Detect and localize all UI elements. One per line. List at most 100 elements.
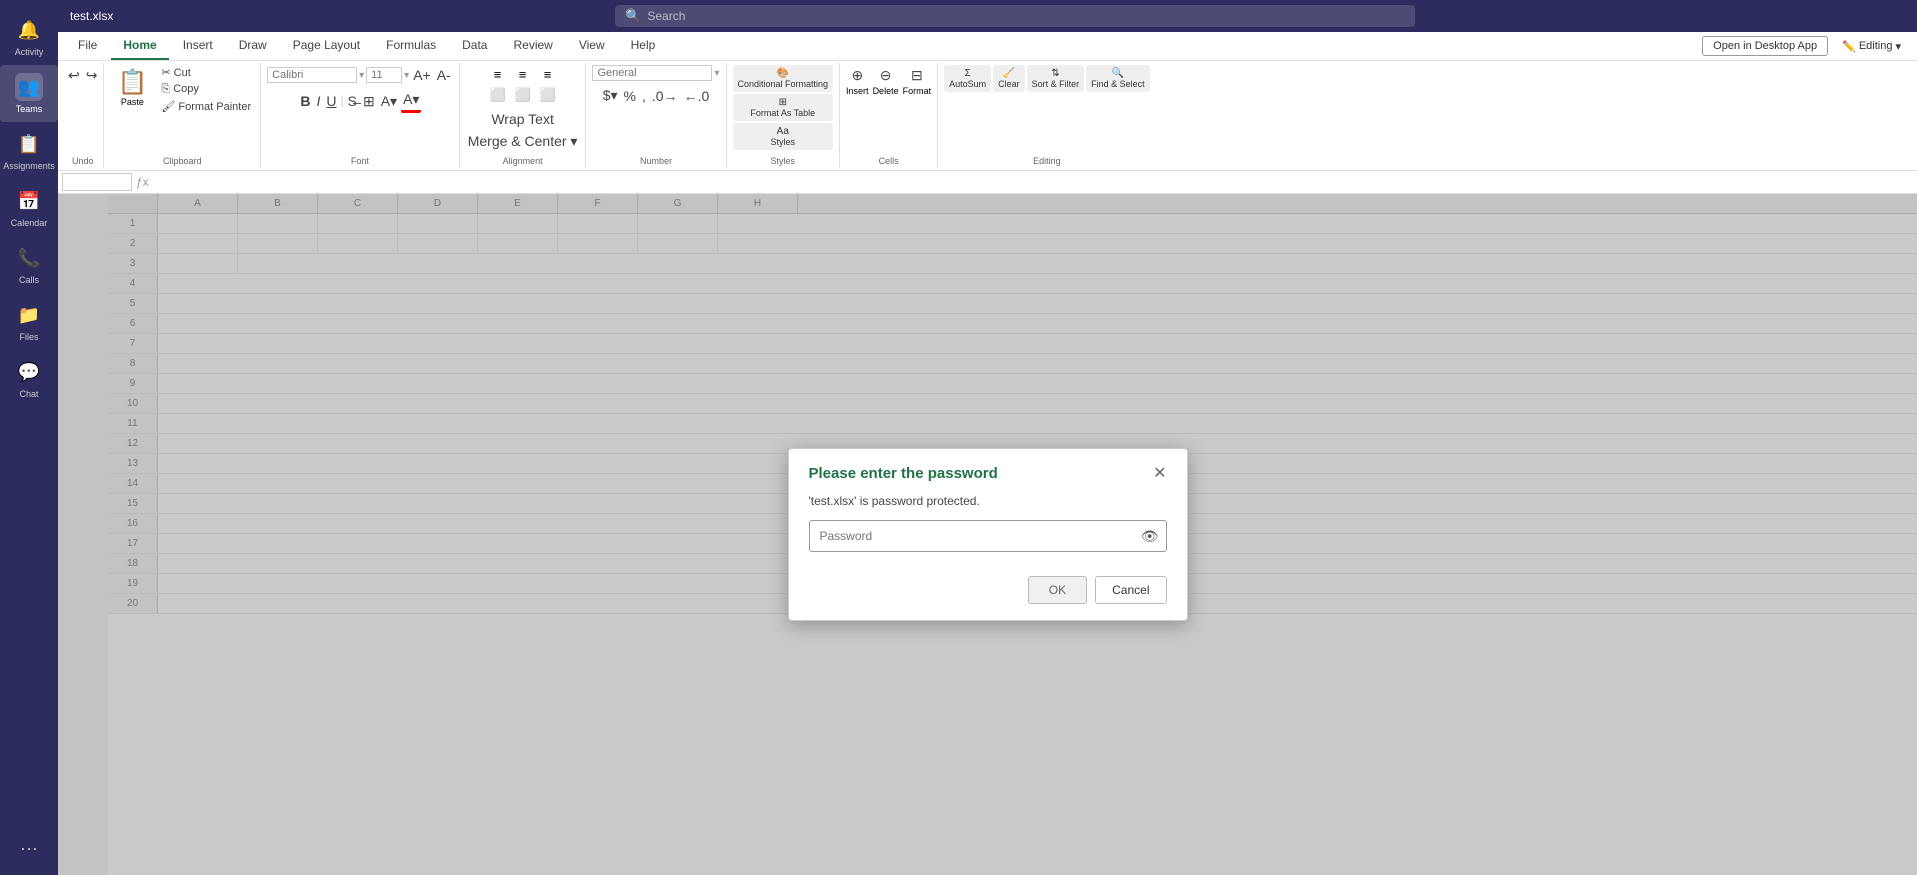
align-left-button[interactable]: ⬜ — [486, 85, 510, 105]
italic-button[interactable]: I — [315, 91, 323, 111]
align-top-right-button[interactable]: ≡ — [536, 65, 560, 84]
top-bar: test.xlsx 🔍 — [58, 0, 1917, 32]
font-color-button[interactable]: A▾ — [401, 89, 421, 113]
tab-insert[interactable]: Insert — [171, 32, 225, 60]
tab-help[interactable]: Help — [619, 32, 668, 60]
wrap-text-button[interactable]: Wrap Text — [489, 109, 556, 129]
sidebar-item-assignments[interactable]: 📋 Assignments — [0, 122, 58, 179]
editing-button[interactable]: ✏️ Editing ▾ — [1834, 37, 1909, 56]
alignment-label: Alignment — [503, 154, 543, 166]
undo-group: ↩ ↪ Undo — [62, 63, 104, 168]
tab-formulas[interactable]: Formulas — [374, 32, 448, 60]
number-format-input[interactable] — [592, 65, 712, 81]
underline-button[interactable]: U — [324, 91, 338, 111]
fill-color-button[interactable]: A▾ — [379, 91, 399, 112]
percent-button[interactable]: % — [622, 86, 638, 106]
search-icon: 🔍 — [625, 8, 641, 24]
sidebar-item-label-teams: Teams — [16, 104, 43, 114]
format-as-table-button[interactable]: ⊞ Format As Table — [733, 94, 834, 121]
align-top-center-button[interactable]: ≡ — [511, 65, 535, 84]
sidebar-item-label-calendar: Calendar — [11, 218, 48, 228]
find-select-icon: 🔍 — [1112, 68, 1124, 79]
paste-label: Paste — [121, 97, 144, 107]
ribbon-actions: Open in Desktop App ✏️ Editing ▾ — [1702, 36, 1909, 56]
tab-view[interactable]: View — [567, 32, 617, 60]
sidebar-item-calls[interactable]: 📞 Calls — [0, 236, 58, 293]
dialog-footer: OK Cancel — [789, 568, 1187, 620]
teams-sidebar: 🔔 Activity 👥 Teams 📋 Assignments 📅 Calen… — [0, 0, 58, 875]
border-button[interactable]: ⊞ — [361, 91, 377, 112]
paste-button[interactable]: 📋 Paste — [110, 65, 154, 152]
sidebar-item-calendar[interactable]: 📅 Calendar — [0, 179, 58, 236]
decrease-font-button[interactable]: A- — [435, 65, 453, 85]
tab-file[interactable]: File — [66, 32, 109, 60]
decrease-decimal-button[interactable]: ←.0 — [682, 86, 712, 106]
format-as-table-icon: ⊞ — [779, 97, 787, 108]
cancel-button[interactable]: Cancel — [1095, 576, 1166, 604]
cell-styles-button[interactable]: Aa Styles — [733, 123, 834, 150]
sidebar-item-activity[interactable]: 🔔 Activity — [0, 8, 58, 65]
autosum-button[interactable]: Σ AutoSum — [944, 65, 991, 92]
sort-filter-button[interactable]: ⇅ Sort & Filter — [1027, 65, 1085, 92]
tab-data[interactable]: Data — [450, 32, 499, 60]
insert-button[interactable]: ⊕ — [849, 65, 865, 86]
increase-font-button[interactable]: A+ — [411, 65, 433, 85]
bold-button[interactable]: B — [298, 91, 312, 111]
dialog-close-button[interactable]: ✕ — [1153, 466, 1166, 482]
password-toggle-button[interactable]: 👁 — [1141, 528, 1159, 545]
sidebar-item-files[interactable]: 📁 Files — [0, 293, 58, 350]
redo-button[interactable]: ↪ — [84, 65, 100, 86]
increase-decimal-button[interactable]: .0→ — [650, 86, 680, 106]
formula-bar-separator: ƒx — [136, 175, 149, 189]
tab-review[interactable]: Review — [501, 32, 564, 60]
activity-icon: 🔔 — [15, 16, 43, 44]
open-desktop-button[interactable]: Open in Desktop App — [1702, 36, 1828, 56]
password-input[interactable] — [809, 520, 1167, 552]
undo-button[interactable]: ↩ — [66, 65, 82, 86]
spreadsheet-area: A B C D E F G H 1 — [58, 194, 1917, 875]
comma-button[interactable]: , — [640, 86, 648, 106]
delete-button[interactable]: ⊖ — [878, 65, 894, 86]
file-title: test.xlsx — [70, 9, 113, 23]
name-box[interactable] — [62, 173, 132, 191]
clear-button[interactable]: 🧹 Clear — [993, 65, 1025, 92]
password-field-wrapper: 👁 — [809, 520, 1167, 552]
sidebar-item-label-chat: Chat — [19, 389, 38, 399]
number-label: Number — [640, 154, 672, 166]
files-icon: 📁 — [15, 301, 43, 329]
cut-button[interactable]: ✂ Cut — [158, 65, 254, 80]
align-right-button[interactable]: ⬜ — [536, 85, 560, 105]
undo-row: ↩ ↪ — [66, 65, 99, 86]
editing-group: Σ AutoSum 🧹 Clear ⇅ Sort & Filter 🔍 Find… — [938, 63, 1156, 168]
calendar-icon: 📅 — [15, 187, 43, 215]
main-content: File Home Insert Draw Page Layout Formul… — [58, 32, 1917, 875]
merge-center-button[interactable]: Merge & Center ▾ — [466, 131, 580, 152]
ribbon-content: ↩ ↪ Undo 📋 Paste ✂ Cut ⎘ Copy 🖌 Format P… — [58, 61, 1917, 170]
font-size-input[interactable] — [366, 67, 402, 83]
align-center-button[interactable]: ⬜ — [511, 85, 535, 105]
align-top-left-button[interactable]: ≡ — [486, 65, 510, 84]
tab-draw[interactable]: Draw — [227, 32, 279, 60]
formula-bar: ƒx — [58, 171, 1917, 194]
strikethrough-button[interactable]: S̶ — [346, 91, 359, 111]
find-select-button[interactable]: 🔍 Find & Select — [1086, 65, 1150, 92]
currency-button[interactable]: $▾ — [601, 85, 620, 106]
font-name-input[interactable] — [267, 67, 357, 83]
format-painter-button[interactable]: 🖌 Format Painter — [158, 99, 254, 114]
copy-button[interactable]: ⎘ Copy — [158, 82, 254, 97]
tab-home[interactable]: Home — [111, 32, 168, 60]
formula-input[interactable] — [153, 173, 1913, 191]
dialog-title: Please enter the password — [809, 465, 998, 482]
conditional-formatting-icon: 🎨 — [777, 68, 789, 79]
conditional-formatting-button[interactable]: 🎨 Conditional Formatting — [733, 65, 834, 92]
cells-label: Cells — [879, 154, 899, 166]
tab-page-layout[interactable]: Page Layout — [281, 32, 372, 60]
sidebar-item-chat[interactable]: 💬 Chat — [0, 350, 58, 407]
sidebar-item-teams[interactable]: 👥 Teams — [0, 65, 58, 122]
more-apps-button[interactable]: ··· — [20, 838, 38, 859]
chat-icon: 💬 — [15, 358, 43, 386]
ok-button[interactable]: OK — [1028, 576, 1087, 604]
search-input[interactable] — [647, 9, 1405, 23]
dialog-overlay: Please enter the password ✕ 'test.xlsx' … — [58, 194, 1917, 875]
format-button[interactable]: ⊟ — [909, 65, 925, 86]
